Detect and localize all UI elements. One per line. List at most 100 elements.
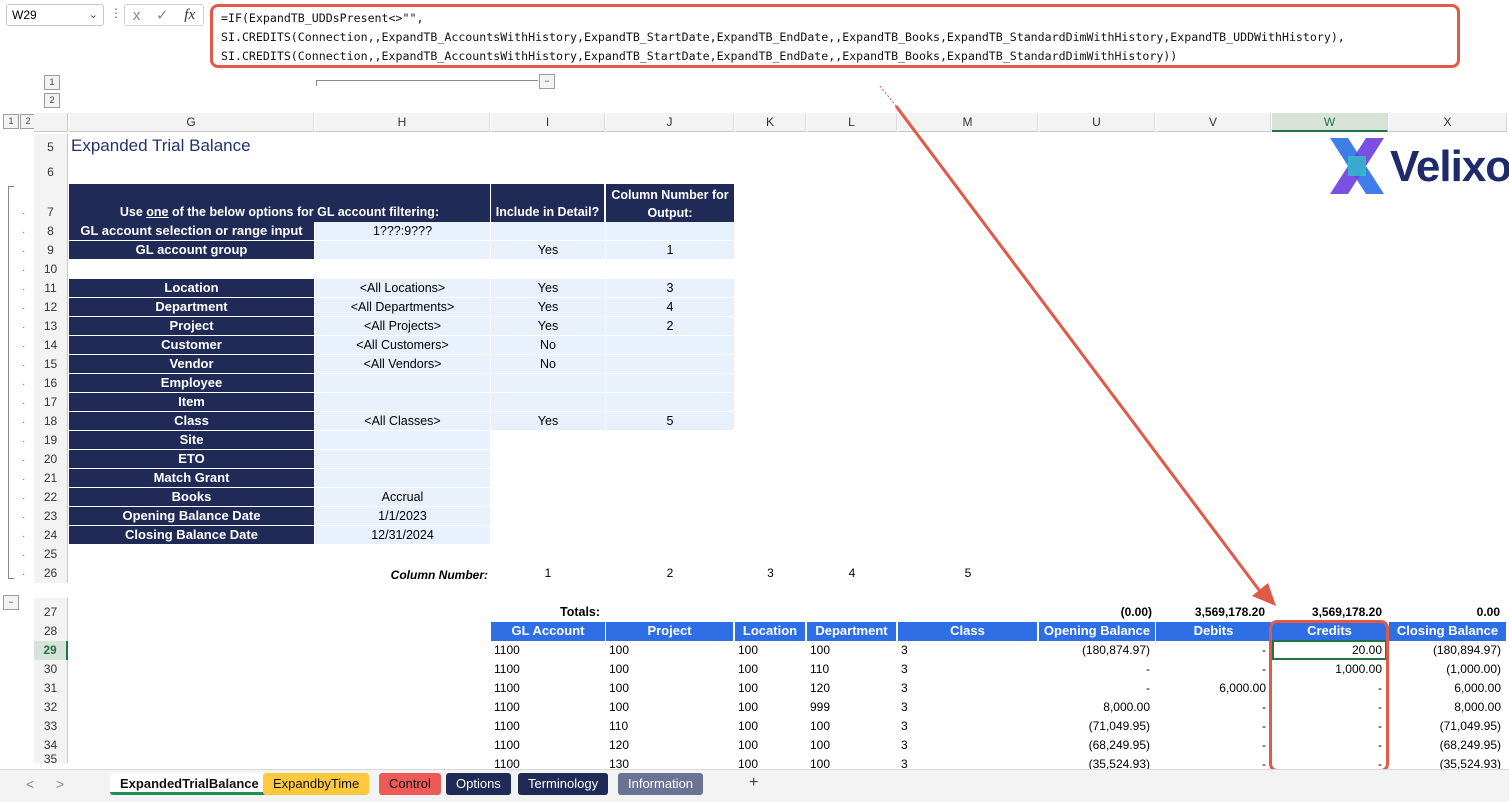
filter-value-input[interactable]	[315, 393, 490, 411]
column-header-k[interactable]: K	[735, 113, 806, 132]
column-number-cell[interactable]	[606, 222, 734, 240]
row-header[interactable]: 24	[34, 526, 68, 545]
filter-value-input[interactable]: <All Projects>	[315, 317, 490, 335]
row-header[interactable]: 12	[34, 298, 68, 317]
detail-cell-project[interactable]: 110	[606, 717, 734, 736]
detail-cell-closing[interactable]: (1,000.00)	[1389, 660, 1507, 679]
active-cell-outline[interactable]	[1272, 640, 1387, 660]
row-header[interactable]: 29	[34, 641, 68, 660]
row-header[interactable]: 32	[34, 698, 68, 717]
row-header[interactable]: 13	[34, 317, 68, 336]
row-header[interactable]: 14	[34, 336, 68, 355]
detail-cell-gl[interactable]: 1100	[491, 679, 606, 698]
column-header-w[interactable]: W	[1272, 113, 1388, 132]
filter-value-input[interactable]	[315, 241, 490, 259]
column-header-i[interactable]: I	[491, 113, 605, 132]
detail-cell-credits[interactable]: -	[1272, 717, 1388, 736]
detail-cell-department[interactable]: 100	[807, 641, 897, 660]
column-number-cell[interactable]	[606, 393, 734, 411]
sheet-tab-expandedtrialbalance[interactable]: ExpandedTrialBalance	[110, 773, 269, 795]
detail-cell-credits[interactable]: -	[1272, 679, 1388, 698]
row-header[interactable]: 35	[34, 753, 68, 765]
filter-value-input[interactable]	[315, 431, 490, 449]
include-in-detail-cell[interactable]: Yes	[491, 298, 605, 316]
detail-cell-department[interactable]: 120	[807, 679, 897, 698]
column-number-cell[interactable]: 2	[606, 317, 734, 335]
row-header[interactable]: 27	[34, 598, 68, 622]
detail-cell-location[interactable]: 100	[735, 698, 806, 717]
column-header-l[interactable]: L	[807, 113, 897, 132]
column-number-cell[interactable]	[606, 374, 734, 392]
column-header-u[interactable]: U	[1039, 113, 1155, 132]
row-header[interactable]: 18	[34, 412, 68, 431]
row-header[interactable]: 25	[34, 545, 68, 564]
detail-cell-department[interactable]: 100	[807, 736, 897, 755]
collapse-columns-button[interactable]: −	[539, 74, 555, 89]
detail-cell-opening[interactable]: -	[1039, 679, 1156, 698]
detail-header-opening-balance[interactable]: Opening Balance	[1039, 622, 1156, 641]
add-sheet-icon[interactable]: +	[749, 774, 758, 792]
detail-cell-class[interactable]: 3	[898, 698, 1038, 717]
formula-input[interactable]: =IF(ExpandTB_UDDsPresent<>"", SI.CREDITS(…	[210, 4, 1460, 68]
row-header[interactable]: 15	[34, 355, 68, 374]
outline-level-button[interactable]: 1	[44, 75, 60, 90]
include-in-detail-cell[interactable]: Yes	[491, 412, 605, 430]
select-all-corner[interactable]	[34, 113, 68, 132]
detail-cell-class[interactable]: 3	[898, 660, 1038, 679]
detail-cell-project[interactable]: 100	[606, 679, 734, 698]
detail-cell-gl[interactable]: 1100	[491, 641, 606, 660]
detail-cell-closing[interactable]: (180,894.97)	[1389, 641, 1507, 660]
detail-cell-debits[interactable]: 6,000.00	[1156, 679, 1272, 698]
detail-header-closing-balance[interactable]: Closing Balance	[1389, 622, 1507, 641]
column-header-j[interactable]: J	[606, 113, 734, 132]
detail-cell-opening[interactable]: (68,249.95)	[1039, 736, 1156, 755]
sheet-tab-control[interactable]: Control	[379, 773, 441, 795]
detail-header-project[interactable]: Project	[606, 622, 734, 641]
detail-cell-debits[interactable]: -	[1156, 717, 1272, 736]
detail-cell-credits[interactable]: -	[1272, 736, 1388, 755]
sheet-tab-information[interactable]: Information	[618, 773, 704, 795]
filter-value-input[interactable]: 12/31/2024	[315, 526, 490, 544]
row-header[interactable]: 9	[34, 241, 68, 260]
row-header[interactable]: 28	[34, 622, 68, 641]
filter-value-input[interactable]: 1???:9???	[315, 222, 490, 240]
filter-value-input[interactable]: <All Classes>	[315, 412, 490, 430]
tab-prev-icon[interactable]: <	[26, 776, 34, 792]
name-box[interactable]: W29 ⌄	[6, 4, 104, 26]
column-number-cell[interactable]	[606, 355, 734, 373]
row-header[interactable]: 30	[34, 660, 68, 679]
row-header[interactable]: 8	[34, 222, 68, 241]
filter-value-input[interactable]	[315, 450, 490, 468]
row-header[interactable]: 16	[34, 374, 68, 393]
include-in-detail-cell[interactable]: Yes	[491, 317, 605, 335]
row-header[interactable]: 17	[34, 393, 68, 412]
sheet-tab-terminology[interactable]: Terminology	[518, 773, 609, 795]
detail-cell-department[interactable]: 999	[807, 698, 897, 717]
detail-cell-debits[interactable]: -	[1156, 660, 1272, 679]
column-header-v[interactable]: V	[1156, 113, 1271, 132]
detail-cell-location[interactable]: 100	[735, 679, 806, 698]
cancel-icon[interactable]: x	[133, 7, 141, 24]
detail-header-department[interactable]: Department	[807, 622, 897, 641]
detail-cell-opening[interactable]: (71,049.95)	[1039, 717, 1156, 736]
detail-cell-gl[interactable]: 1100	[491, 698, 606, 717]
detail-cell-class[interactable]: 3	[898, 679, 1038, 698]
detail-cell-opening[interactable]: -	[1039, 660, 1156, 679]
filter-value-input[interactable]	[315, 469, 490, 487]
detail-cell-location[interactable]: 100	[735, 641, 806, 660]
column-number-cell[interactable]: 4	[606, 298, 734, 316]
column-header-h[interactable]: H	[315, 113, 490, 132]
row-header[interactable]: 5	[34, 134, 68, 160]
include-in-detail-cell[interactable]: No	[491, 355, 605, 373]
column-header-x[interactable]: X	[1389, 113, 1507, 132]
detail-cell-location[interactable]: 100	[735, 660, 806, 679]
include-in-detail-cell[interactable]	[491, 374, 605, 392]
row-header[interactable]: 26	[34, 564, 68, 583]
chevron-down-icon[interactable]: ⌄	[89, 8, 98, 21]
detail-cell-gl[interactable]: 1100	[491, 717, 606, 736]
filter-value-input[interactable]: <All Vendors>	[315, 355, 490, 373]
include-in-detail-cell[interactable]: Yes	[491, 279, 605, 297]
outline-level-button[interactable]: 1	[3, 114, 19, 129]
row-header[interactable]: 23	[34, 507, 68, 526]
filter-value-input[interactable]: <All Departments>	[315, 298, 490, 316]
